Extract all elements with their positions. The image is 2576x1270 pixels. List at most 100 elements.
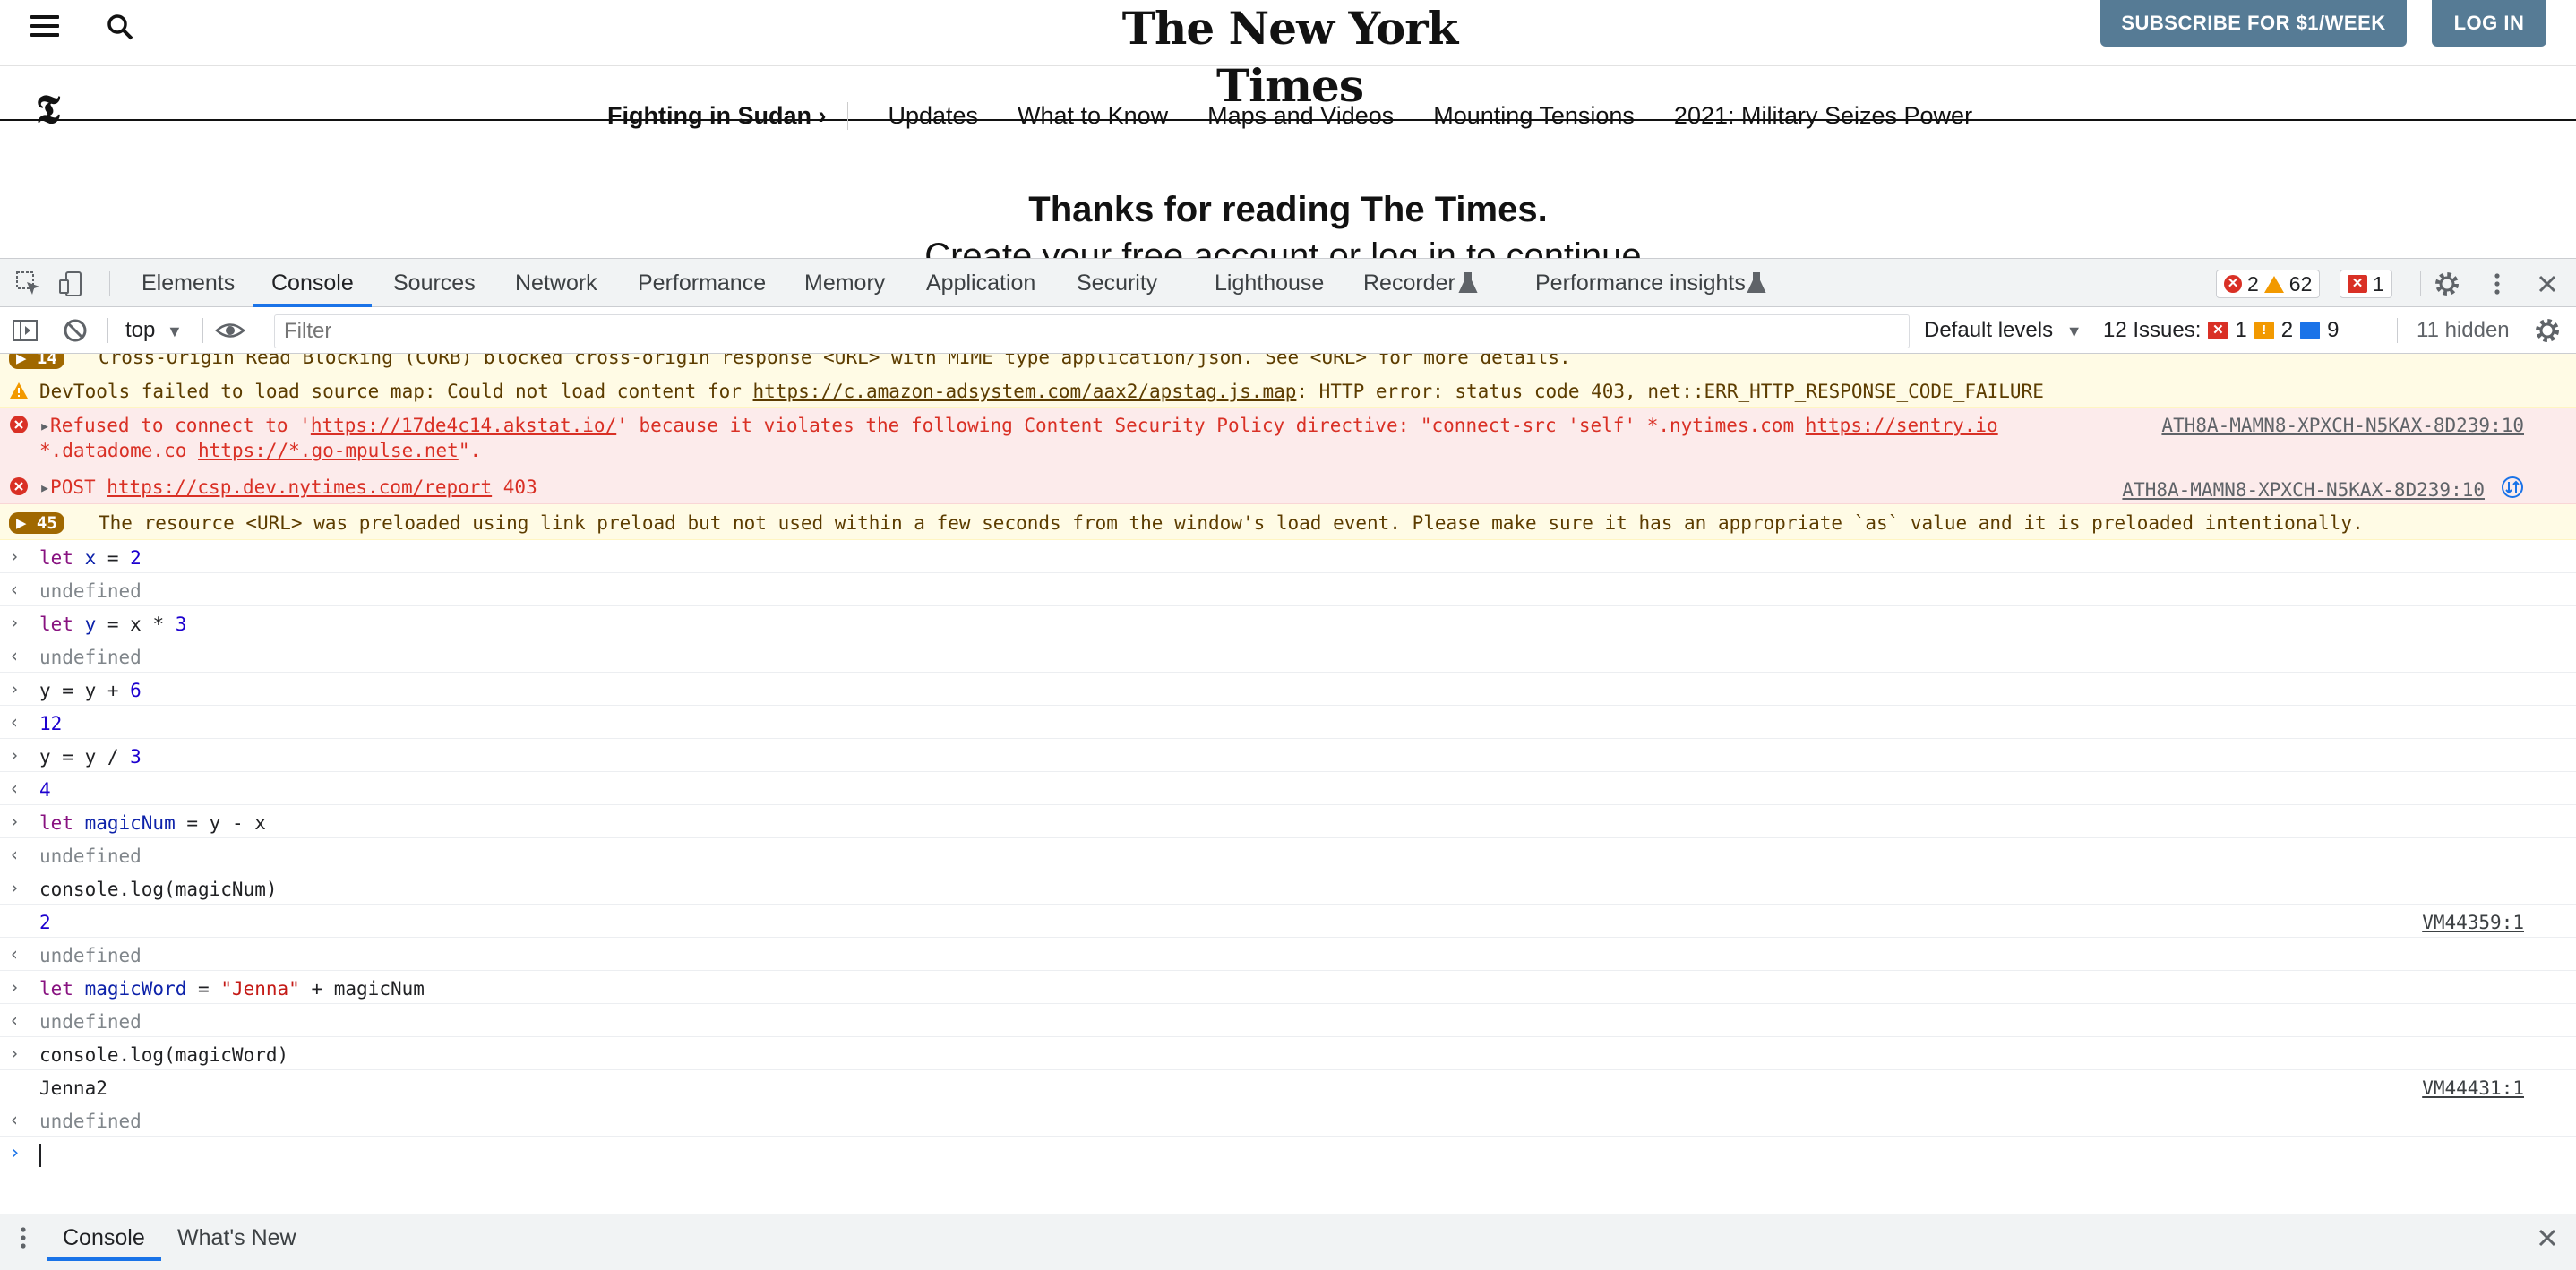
- issues-button[interactable]: 12 Issues: ✕ 1 ! 2 9: [2103, 307, 2339, 354]
- chevron-down-icon: ▼: [2065, 322, 2082, 340]
- console-input-entry: › let y = x * 3: [0, 606, 2576, 639]
- input-chevron-icon: ›: [9, 612, 21, 633]
- log-levels-label: Default levels: [1924, 318, 2054, 342]
- result-arrow-icon: ‹: [9, 645, 21, 666]
- csp-link-sentry[interactable]: https://sentry.io: [1806, 415, 1998, 436]
- error-icon: [9, 415, 29, 439]
- console-warning-corb: ▶ 14 Cross-Origin Read Blocking (CORB) b…: [0, 354, 2576, 373]
- error-icon: ✕: [2224, 275, 2242, 293]
- nyt-logo[interactable]: The New York Times: [1075, 0, 1505, 112]
- input-code: console.log(magicWord): [39, 1044, 289, 1066]
- tab-performance[interactable]: Performance: [638, 259, 766, 307]
- console-prompt[interactable]: ›: [0, 1137, 2576, 1172]
- result-value: 4: [39, 779, 51, 801]
- tab-sources[interactable]: Sources: [393, 259, 476, 307]
- login-button[interactable]: LOG IN: [2432, 0, 2546, 47]
- chevron-down-icon: ▼: [167, 322, 183, 340]
- menu-icon[interactable]: [30, 15, 59, 37]
- network-panel-icon[interactable]: [2499, 476, 2526, 503]
- settings-gear-icon[interactable]: [2433, 270, 2461, 298]
- warning-repeat-count: ▶ 45: [9, 512, 64, 534]
- tabbar-divider: [109, 271, 110, 296]
- search-icon[interactable]: [106, 13, 134, 41]
- message-group[interactable]: ▶ 14: [9, 354, 64, 369]
- clear-console-icon[interactable]: [61, 316, 90, 345]
- issue-warning-icon: !: [2254, 322, 2274, 339]
- tab-recorder[interactable]: Recorder: [1363, 259, 1455, 307]
- warning-icon: [9, 382, 29, 404]
- context-label: top: [125, 318, 156, 342]
- tab-performance-insights[interactable]: Performance insights: [1535, 259, 1746, 307]
- toolbar-divider: [2397, 318, 2398, 343]
- t-logo-icon[interactable]: 𝕿: [36, 90, 60, 130]
- issues-count-badge[interactable]: ✕ 1: [2340, 270, 2392, 298]
- tab-network[interactable]: Network: [515, 259, 597, 307]
- issue-info-icon: [2300, 322, 2321, 339]
- more-options-icon[interactable]: [2483, 270, 2512, 298]
- nav-link-what-to-know[interactable]: What to Know: [1018, 102, 1168, 130]
- nav-link-military-seizes-power[interactable]: 2021: Military Seizes Power: [1674, 102, 1972, 130]
- close-drawer-icon[interactable]: [2533, 1223, 2562, 1252]
- issues-error-count: 1: [2235, 318, 2247, 342]
- csp-source-link[interactable]: ATH8A-MAMN8-XPXCH-N5KAX-8D239:10: [2161, 415, 2524, 436]
- result-value: undefined: [39, 845, 142, 867]
- console-counts-badge[interactable]: ✕ 2 62: [2216, 270, 2321, 298]
- log-levels-dropdown[interactable]: Default levels ▼: [1924, 307, 2082, 354]
- sourcemap-link[interactable]: https://c.amazon-adsystem.com/aax2/apsta…: [753, 381, 1297, 402]
- preload-text: The resource <URL> was preloaded using l…: [99, 512, 2364, 534]
- experiment-flask-icon: [1747, 271, 1766, 296]
- input-chevron-icon: ›: [9, 678, 21, 699]
- input-code: let magicWord = "Jenna" + magicNum: [39, 978, 425, 1000]
- console-filter-input[interactable]: [274, 314, 1910, 348]
- tab-security[interactable]: Security: [1077, 259, 1157, 307]
- message-group[interactable]: ▶ 45: [9, 511, 64, 534]
- tab-console[interactable]: Console: [253, 259, 372, 307]
- drawer-tab-whats-new[interactable]: What's New: [177, 1214, 296, 1261]
- nav-link-maps-videos[interactable]: Maps and Videos: [1207, 102, 1394, 130]
- issue-error-icon: ✕: [2348, 275, 2367, 293]
- issues-info-count: 9: [2327, 318, 2340, 342]
- csp-link-akstat[interactable]: https://17de4c14.akstat.io/: [311, 415, 616, 436]
- nav-link-updates[interactable]: Updates: [888, 102, 978, 130]
- input-chevron-icon: ›: [9, 877, 21, 898]
- sidebar-toggle-icon[interactable]: [11, 316, 39, 345]
- tab-application[interactable]: Application: [926, 259, 1035, 307]
- log-source-link[interactable]: VM44431:1: [2422, 1077, 2524, 1099]
- post-source-link[interactable]: ATH8A-MAMN8-XPXCH-N5KAX-8D239:10: [2122, 479, 2485, 501]
- close-devtools-icon[interactable]: [2533, 270, 2562, 298]
- tabbar-divider: [2420, 271, 2421, 296]
- story-nav: 𝕿 Fighting in Sudan › Updates What to Kn…: [0, 67, 2576, 130]
- tab-elements[interactable]: Elements: [142, 259, 235, 307]
- tab-memory[interactable]: Memory: [804, 259, 885, 307]
- log-source-link[interactable]: VM44359:1: [2422, 912, 2524, 933]
- inspect-element-icon[interactable]: [14, 270, 43, 298]
- log-value: 2: [39, 912, 51, 933]
- console-result-entry: ‹ 12: [0, 706, 2576, 739]
- expand-triangle-icon[interactable]: ▸: [39, 476, 50, 498]
- expand-triangle-icon[interactable]: ▸: [39, 415, 50, 436]
- console-settings-gear-icon[interactable]: [2533, 316, 2562, 345]
- live-expression-eye-icon[interactable]: [215, 316, 245, 345]
- context-selector[interactable]: top ▼: [125, 307, 183, 354]
- nav-main-link[interactable]: Fighting in Sudan ›: [607, 101, 849, 130]
- text-cursor: [39, 1144, 41, 1167]
- console-messages[interactable]: ▶ 14 Cross-Origin Read Blocking (CORB) b…: [0, 354, 2576, 1214]
- sourcemap-text: DevTools failed to load source map: Coul…: [39, 381, 2044, 402]
- drawer-tab-console[interactable]: Console: [47, 1214, 161, 1261]
- console-result-entry: ‹ undefined: [0, 573, 2576, 606]
- nav-link-mounting-tensions[interactable]: Mounting Tensions: [1433, 102, 1635, 130]
- console-warning-preload: ▶ 45 The resource <URL> was preloaded us…: [0, 504, 2576, 540]
- warning-repeat-count: ▶ 14: [9, 354, 64, 369]
- drawer-menu-icon[interactable]: [9, 1223, 38, 1252]
- subscribe-button[interactable]: SUBSCRIBE FOR $1/WEEK: [2100, 0, 2407, 47]
- result-value: 12: [39, 713, 63, 734]
- tab-lighthouse[interactable]: Lighthouse: [1215, 259, 1324, 307]
- issues-label: 12 Issues:: [2103, 318, 2202, 342]
- csp-text-line2: *.datadome.co https://*.go-mpulse.net".: [39, 440, 482, 461]
- post-url-link[interactable]: https://csp.dev.nytimes.com/report: [107, 476, 492, 498]
- result-value: undefined: [39, 945, 142, 966]
- device-toolbar-icon[interactable]: [57, 270, 86, 298]
- csp-link-mpulse[interactable]: https://*.go-mpulse.net: [198, 440, 459, 461]
- result-arrow-icon: ‹: [9, 1109, 21, 1130]
- console-result-entry: ‹ undefined: [0, 1103, 2576, 1137]
